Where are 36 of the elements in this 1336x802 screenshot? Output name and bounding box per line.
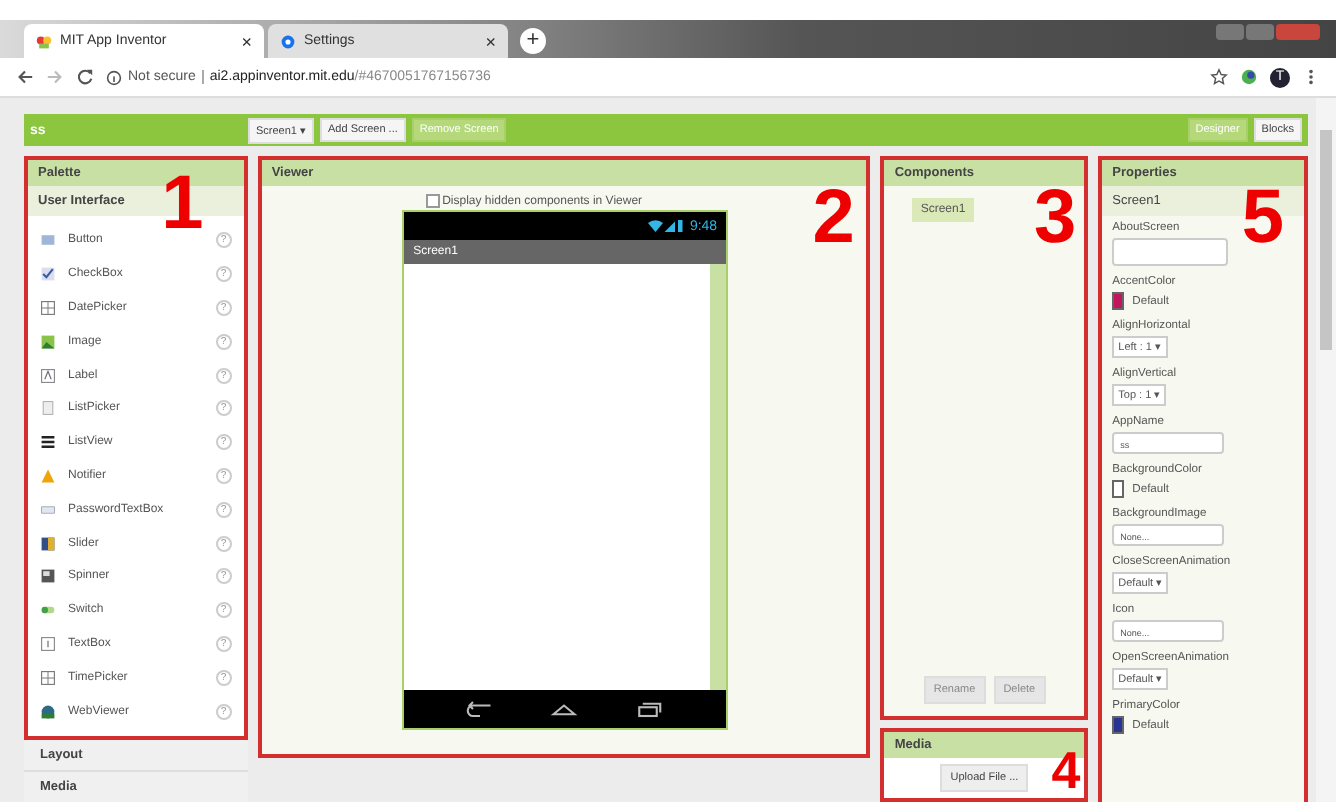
new-tab-button[interactable]: + <box>520 28 546 54</box>
spinner-component-icon <box>40 568 56 585</box>
annotation-number: 3 <box>1034 180 1077 256</box>
textbox-component-icon <box>40 635 56 652</box>
annotation-number: 5 <box>1241 180 1284 256</box>
web-component-icon <box>40 703 56 720</box>
home-icon[interactable] <box>550 700 579 718</box>
color-swatch[interactable] <box>1112 480 1125 498</box>
image-component-icon <box>40 333 56 350</box>
extension-icon[interactable] <box>1240 68 1258 86</box>
back-icon[interactable] <box>16 68 34 86</box>
notifier-component-icon <box>40 467 56 484</box>
button-component-icon <box>40 232 56 249</box>
scrollbar[interactable] <box>709 264 726 690</box>
close-icon[interactable]: × <box>241 31 252 51</box>
checkbox[interactable] <box>426 194 441 208</box>
reload-icon[interactable] <box>76 68 94 86</box>
back-icon[interactable] <box>466 700 495 718</box>
label-component-icon <box>40 367 56 384</box>
date-component-icon <box>40 299 56 316</box>
star-icon[interactable] <box>1210 68 1228 86</box>
scrollbar[interactable] <box>1316 98 1336 802</box>
signal-icon <box>647 218 684 234</box>
color-swatch[interactable] <box>1112 716 1125 734</box>
slider-component-icon <box>40 535 56 552</box>
app-logo-icon <box>36 33 52 49</box>
color-swatch[interactable] <box>1112 292 1125 310</box>
info-icon <box>106 69 122 85</box>
recent-apps-icon[interactable] <box>634 700 663 718</box>
switch-component-icon <box>40 602 56 619</box>
checkbox-component-icon <box>40 266 56 283</box>
listview-component-icon <box>40 434 56 451</box>
close-icon[interactable]: × <box>485 31 496 51</box>
list-component-icon <box>40 400 56 417</box>
annotation-number: 2 <box>812 180 855 256</box>
time-component-icon <box>40 669 56 686</box>
